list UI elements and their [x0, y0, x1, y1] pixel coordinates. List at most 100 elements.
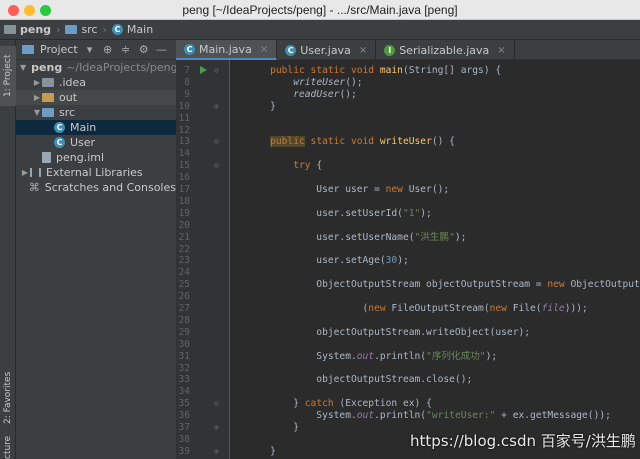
line-number: 23: [178, 255, 190, 267]
run-icon[interactable]: [200, 66, 207, 74]
line-number: 34: [178, 386, 190, 398]
code-text: } catch (Exception ex) {: [247, 398, 432, 410]
favorites-tool-tab[interactable]: 2: Favorites: [0, 358, 16, 438]
code-line: 36 System.out.println("writeUser:" + ex.…: [176, 410, 640, 422]
tree-item-idea[interactable]: ▶ .idea: [16, 75, 176, 90]
project-panel: Project ▾ ⊕ ≑ ⚙ — ▼ peng ~/IdeaProjects/pe…: [16, 40, 176, 459]
line-number: 36: [178, 410, 190, 422]
tab-serializable-java[interactable]: I Serializable.java ×: [376, 40, 515, 60]
fold-marker-icon[interactable]: ⊕: [214, 446, 219, 458]
code-line: 24: [176, 267, 640, 279]
collapsed-arrow-icon[interactable]: ▶: [20, 165, 30, 180]
editor-tab-bar: C Main.java × C User.java × I Serializable.java…: [176, 40, 640, 60]
tree-item-peng-iml[interactable]: peng.iml: [16, 150, 176, 165]
code-text: System.out.println("序列化成功");: [247, 350, 498, 362]
fold-marker-icon[interactable]: ⊖: [214, 136, 219, 148]
code-text: ObjectOutputStream objectOutputStream = …: [247, 279, 640, 291]
tab-label: Serializable.java: [399, 43, 490, 57]
line-number: 21: [178, 231, 190, 243]
expanded-arrow-icon[interactable]: ▼: [32, 105, 42, 120]
interface-icon: I: [384, 44, 396, 56]
line-number: 29: [178, 326, 190, 338]
code-text: writeUser();: [293, 76, 363, 88]
code-line: 22: [176, 244, 640, 256]
fold-marker-icon[interactable]: ⊖: [214, 160, 219, 172]
breadcrumb-project[interactable]: peng: [4, 23, 51, 36]
chevron-down-icon[interactable]: ▾: [84, 43, 96, 56]
close-window-button[interactable]: [8, 5, 19, 16]
code-line: 32: [176, 363, 640, 375]
code-line: 11: [176, 113, 640, 125]
code-text: public static void main(String[] args) {: [270, 65, 502, 76]
breadcrumb-folder[interactable]: src: [65, 23, 98, 36]
tree-item-path: ~/IdeaProjects/peng: [66, 61, 176, 74]
line-number: 35: [178, 398, 190, 410]
tree-item-scratches-and-consoles[interactable]: ⌘ Scratches and Consoles: [16, 180, 176, 195]
zoom-window-button[interactable]: [40, 5, 51, 16]
code-line: 23 user.setAge(30);: [176, 255, 640, 267]
crosshair-icon[interactable]: ⊕: [102, 43, 114, 56]
code-line: 31 System.out.println("序列化成功");: [176, 351, 640, 363]
expanded-arrow-icon[interactable]: ▼: [20, 60, 26, 75]
tree-item-main[interactable]: C Main: [16, 120, 176, 135]
line-number: 38: [178, 433, 190, 445]
tree-item-user[interactable]: C User: [16, 135, 176, 150]
code-line: 17 User user = new User();: [176, 184, 640, 196]
line-number: 30: [178, 338, 190, 350]
code-line: 13 ⊖ public static void writeUser() {: [176, 136, 640, 148]
tree-item-src[interactable]: ▼ src: [16, 105, 176, 120]
line-number: 17: [178, 184, 190, 195]
folder-orange-icon: [42, 93, 54, 102]
fold-marker-icon[interactable]: ⊖: [214, 398, 219, 410]
tree-item-external-libraries[interactable]: ▶ External Libraries: [16, 165, 176, 180]
collapse-all-icon[interactable]: ≑: [120, 43, 132, 56]
class-icon: C: [54, 122, 65, 133]
project-tool-tab[interactable]: 1: Project: [0, 46, 16, 106]
line-number: 32: [178, 362, 190, 374]
tab-user-java[interactable]: C User.java ×: [277, 40, 377, 60]
fold-marker-icon[interactable]: ⊕: [214, 422, 219, 434]
chevron-right-icon: ›: [56, 23, 61, 36]
code-text: user.setAge(30);: [247, 255, 409, 267]
code-line: 15 ⊖ try {: [176, 160, 640, 172]
class-icon: C: [111, 24, 123, 35]
line-number: 24: [178, 267, 190, 279]
code-line: 26: [176, 291, 640, 303]
code-text: User user = new User();: [247, 184, 450, 195]
minimize-window-button[interactable]: [24, 5, 35, 16]
close-icon[interactable]: ×: [260, 44, 268, 55]
fold-marker-icon[interactable]: ⊖: [214, 65, 219, 77]
tree-item-out[interactable]: ▶ out: [16, 90, 176, 105]
collapsed-arrow-icon[interactable]: ▶: [32, 90, 42, 105]
line-number: 27: [178, 303, 190, 314]
folder-icon: [42, 78, 54, 87]
chevron-right-icon: ›: [102, 23, 107, 36]
code-line: 30: [176, 339, 640, 351]
code-line: 25 ObjectOutputStream objectOutputStream…: [176, 279, 640, 291]
code-line: 19 user.setUserId("1");: [176, 208, 640, 220]
minimize-icon[interactable]: —: [156, 43, 168, 56]
class-icon: C: [285, 44, 297, 56]
tab-label: User.java: [300, 43, 351, 57]
close-icon[interactable]: ×: [497, 45, 505, 56]
breadcrumb-file[interactable]: C Main: [111, 23, 153, 36]
code-line: 8 writeUser();: [176, 77, 640, 89]
collapsed-arrow-icon[interactable]: ▶: [32, 75, 42, 90]
code-text: (new FileOutputStream(new File(file)));: [247, 303, 588, 314]
structure-tool-tab[interactable]: cture: [0, 436, 16, 459]
code-editor[interactable]: 7 ⊖ public static void main(String[] args…: [176, 60, 640, 459]
project-view-selector[interactable]: Project: [40, 43, 78, 56]
project-view-icon: [22, 45, 34, 54]
code-line: 27 (new FileOutputStream(new File(file))…: [176, 303, 640, 315]
fold-marker-icon[interactable]: ⊕: [214, 101, 219, 113]
close-icon[interactable]: ×: [359, 45, 367, 56]
code-text: }: [247, 100, 276, 112]
code-line: 10 ⊕ }: [176, 101, 640, 113]
tree-item-peng[interactable]: ▼ peng ~/IdeaProjects/peng: [16, 60, 176, 75]
tab-main-java[interactable]: C Main.java ×: [176, 40, 278, 60]
line-number: 8: [184, 76, 190, 88]
gear-icon[interactable]: ⚙: [138, 43, 150, 56]
line-number: 12: [178, 124, 190, 136]
line-number: 15: [178, 160, 190, 172]
code-text: readUser();: [293, 88, 357, 100]
